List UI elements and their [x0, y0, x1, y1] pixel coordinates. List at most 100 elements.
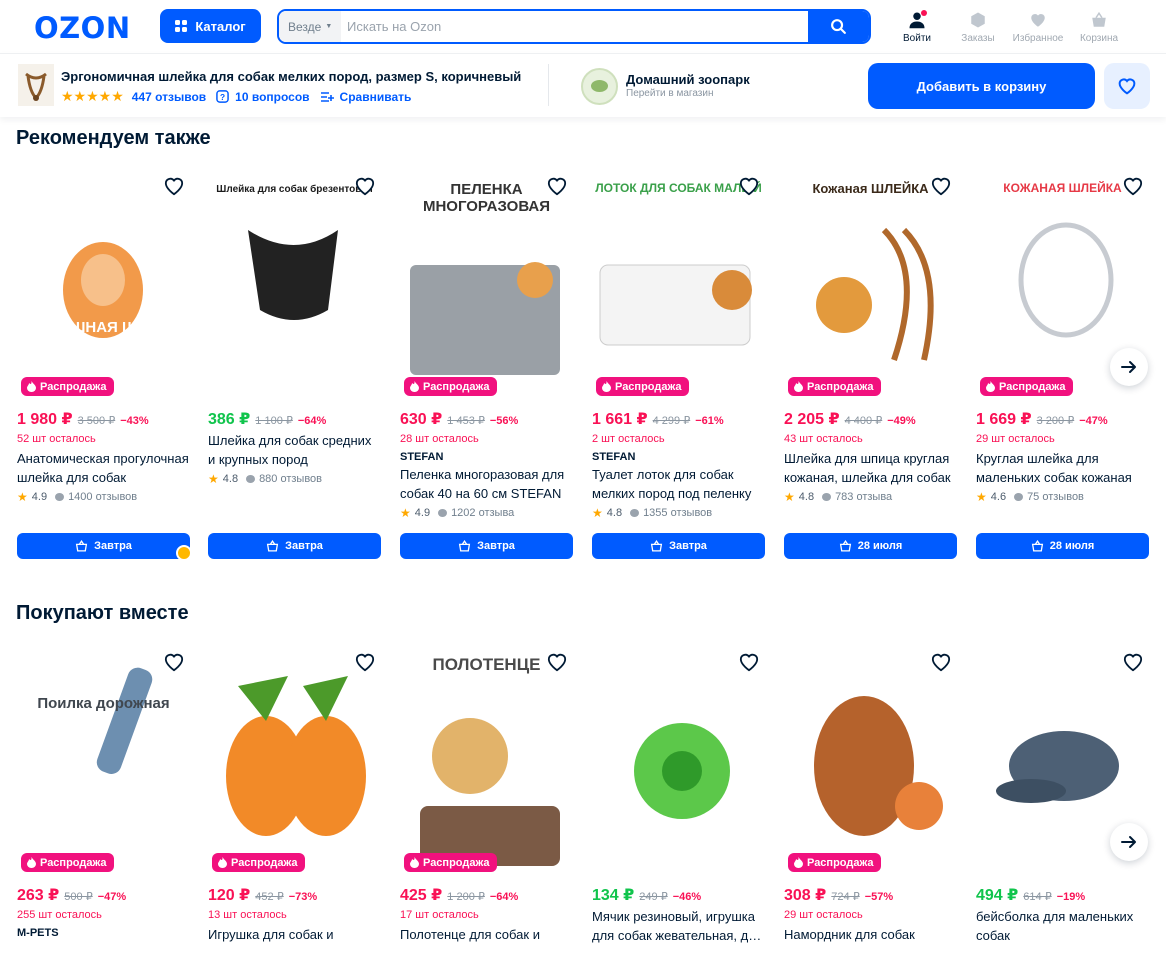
old-price: 3 500 ₽: [77, 415, 116, 427]
rating-value: 4.8: [798, 491, 815, 503]
delivery-button[interactable]: 28 июля: [784, 533, 957, 559]
product-name[interactable]: Пеленка многоразовая для собак 40 на 60 …: [400, 465, 573, 503]
fire-icon: [410, 857, 419, 868]
product-image[interactable]: Распродажа: [208, 646, 381, 876]
product-image[interactable]: ЛОТОК ДЛЯ СОБАК МАЛЫЙ Распродажа: [592, 170, 765, 400]
comment-icon: [246, 475, 256, 483]
reviews-link[interactable]: 447 отзывов: [132, 90, 206, 104]
product-image[interactable]: ПЕЛЕНКА МНОГОРАЗОВАЯ Распродажа: [400, 170, 573, 400]
old-price: 1 200 ₽: [447, 891, 485, 903]
fire-icon: [218, 857, 227, 868]
product-card[interactable]: ЖЕВАТЕЛЬНЫЙ МЯЧИК ДЛЯ СОБАК 134 ₽ 249 ₽ −46…: [592, 646, 765, 945]
product-image[interactable]: НАМОРДНИК Распродажа: [784, 646, 957, 876]
search-button[interactable]: [808, 11, 869, 42]
premium-badge-icon: [176, 545, 192, 561]
favorite-heart-icon[interactable]: [354, 652, 376, 672]
product-name[interactable]: Анатомическая прогулочная шлейка для соб…: [17, 449, 190, 487]
catalog-button[interactable]: Каталог: [160, 9, 261, 43]
search-scope-select[interactable]: Везде ▼: [279, 11, 341, 42]
favorite-heart-icon[interactable]: [546, 652, 568, 672]
store-name[interactable]: Домашний зоопарк: [626, 72, 750, 87]
product-thumbnail[interactable]: [18, 64, 54, 106]
delivery-button[interactable]: Завтра: [400, 533, 573, 559]
product-image[interactable]: ЖЕВАТЕЛЬНЫЙ МЯЧИК ДЛЯ СОБАК: [592, 646, 765, 876]
favorite-heart-icon[interactable]: [546, 176, 568, 196]
favorite-heart-icon[interactable]: [930, 652, 952, 672]
product-card[interactable]: 494 ₽ 614 ₽ −19% бейсболка для маленьких со…: [976, 646, 1149, 945]
product-image[interactable]: Кожаная ШЛЕЙКА Распродажа: [784, 170, 957, 400]
favorite-heart-icon[interactable]: [163, 176, 185, 196]
ozon-logo[interactable]: OZON: [34, 11, 131, 45]
arrow-right-icon: [1121, 836, 1136, 848]
product-image[interactable]: Шлейка для собак брезентовая: [208, 170, 381, 400]
product-card[interactable]: ЛОТОК ДЛЯ СОБАК МАЛЫЙ Распродажа 1 661 ₽ 4 …: [592, 170, 765, 520]
product-image[interactable]: Поилка дорожная Распродажа: [17, 646, 190, 876]
product-card[interactable]: КОЖАНАЯ ШЛЕЙКА Распродажа 1 669 ₽3 200 ₽ −4…: [976, 170, 1149, 504]
delivery-button[interactable]: Завтра: [208, 533, 381, 559]
nav-favorites[interactable]: Избранное: [1008, 11, 1068, 44]
questions-link[interactable]: 10 вопросов: [235, 90, 309, 104]
favorite-heart-icon[interactable]: [930, 176, 952, 196]
reviews-count: 1400 отзывов: [68, 491, 138, 503]
product-image[interactable]: ВОЗДУШНАЯ ШЛЕЙКА Распродажа: [17, 170, 190, 400]
product-name[interactable]: Игрушка для собак и: [208, 925, 381, 963]
product-name[interactable]: Круглая шлейка для маленьких собак кожан…: [976, 449, 1149, 487]
product-photo: [599, 264, 752, 346]
compare-link[interactable]: Сравнивать: [340, 90, 412, 104]
nav-orders[interactable]: Заказы: [948, 11, 1008, 44]
favorite-heart-icon[interactable]: [1122, 176, 1144, 196]
rating-value: 4.8: [222, 473, 239, 485]
carousel-next-button[interactable]: [1110, 823, 1148, 861]
favorite-heart-icon[interactable]: [738, 176, 760, 196]
comment-icon: [438, 509, 448, 517]
favorite-heart-icon[interactable]: [354, 176, 376, 196]
product-card[interactable]: ПЕЛЕНКА МНОГОРАЗОВАЯ Распродажа 630 ₽ 1 453…: [400, 170, 573, 520]
delivery-button[interactable]: 28 июля: [976, 533, 1149, 559]
product-card[interactable]: Шлейка для собак брезентовая 386 ₽ 1 100 ₽…: [208, 170, 381, 486]
product-name[interactable]: Туалет лоток для собак мелких пород под …: [592, 465, 765, 503]
add-to-cart-button[interactable]: Добавить в корзину: [868, 63, 1095, 109]
nav-login[interactable]: Войти: [887, 10, 947, 44]
discount: −73%: [288, 891, 318, 903]
product-name[interactable]: Шлейка для собак средних и крупных пород…: [208, 431, 381, 469]
product-card[interactable]: НАМОРДНИК Распродажа 308 ₽ 724 ₽ −57% 29 шт о…: [784, 646, 957, 963]
old-price: 4 299 ₽: [652, 415, 691, 427]
reviews-count: 880 отзывов: [259, 473, 323, 485]
fire-icon: [410, 381, 419, 392]
product-name[interactable]: бейсболка для маленьких собак: [976, 907, 1149, 945]
stock-left: 17 шт осталось: [400, 909, 479, 921]
price-row: 1 669 ₽ 3 200 ₽ −47%: [976, 409, 1149, 429]
rating-value: 4.9: [31, 491, 48, 503]
product-name[interactable]: Шлейка для шпица круглая кожаная, шлейка…: [784, 449, 957, 487]
product-name[interactable]: Полотенце для собак и: [400, 925, 573, 963]
delivery-button[interactable]: Завтра: [592, 533, 765, 559]
product-name[interactable]: Мячик резиновый, игрушка для собак жеват…: [592, 907, 765, 945]
product-card[interactable]: ВОЗДУШНАЯ ШЛЕЙКА Распродажа 1 980 ₽ 3 500 ₽…: [17, 170, 190, 504]
section-title-together: Покупают вместе: [16, 602, 189, 624]
rating-row: ★ 4.9 1202 отзыва: [400, 506, 573, 520]
favorite-heart-icon[interactable]: [738, 652, 760, 672]
sale-badge-label: Распродажа: [999, 380, 1066, 393]
discount: −43%: [120, 415, 149, 427]
product-card[interactable]: Поилка дорожная Распродажа 263 ₽500 ₽ −47% 2…: [17, 646, 190, 939]
product-image[interactable]: ПОЛОТЕНЦЕ Распродажа: [400, 646, 573, 876]
nav-cart[interactable]: Корзина: [1069, 11, 1129, 44]
store-logo[interactable]: [581, 68, 618, 105]
carousel-next-button[interactable]: [1110, 348, 1148, 386]
delivery-button[interactable]: Завтра: [17, 533, 190, 559]
image-caption: Поилка дорожная: [37, 695, 170, 712]
product-name[interactable]: Намордник для собак: [784, 925, 957, 963]
search-input[interactable]: [341, 11, 811, 42]
sale-badge-label: Распродажа: [423, 380, 490, 393]
price-row: 386 ₽ 1 100 ₽ −64%: [208, 409, 381, 429]
discount: −64%: [297, 415, 327, 427]
store-link[interactable]: Перейти в магазин: [626, 88, 714, 99]
favorite-heart-icon[interactable]: [1122, 652, 1144, 672]
favorite-button[interactable]: [1104, 63, 1150, 109]
product-card[interactable]: ПОЛОТЕНЦЕ Распродажа 425 ₽ 1 200 ₽ −64% 17 шт…: [400, 646, 573, 963]
product-card[interactable]: Распродажа 120 ₽ 452 ₽ −73% 13 шт осталось Иг…: [208, 646, 381, 963]
product-card[interactable]: Кожаная ШЛЕЙКА Распродажа 2 205 ₽ 4 400 ₽ −4…: [784, 170, 957, 504]
favorite-heart-icon[interactable]: [163, 652, 185, 672]
heart-outline-icon: [1118, 78, 1136, 95]
price: 630 ₽: [400, 411, 443, 428]
